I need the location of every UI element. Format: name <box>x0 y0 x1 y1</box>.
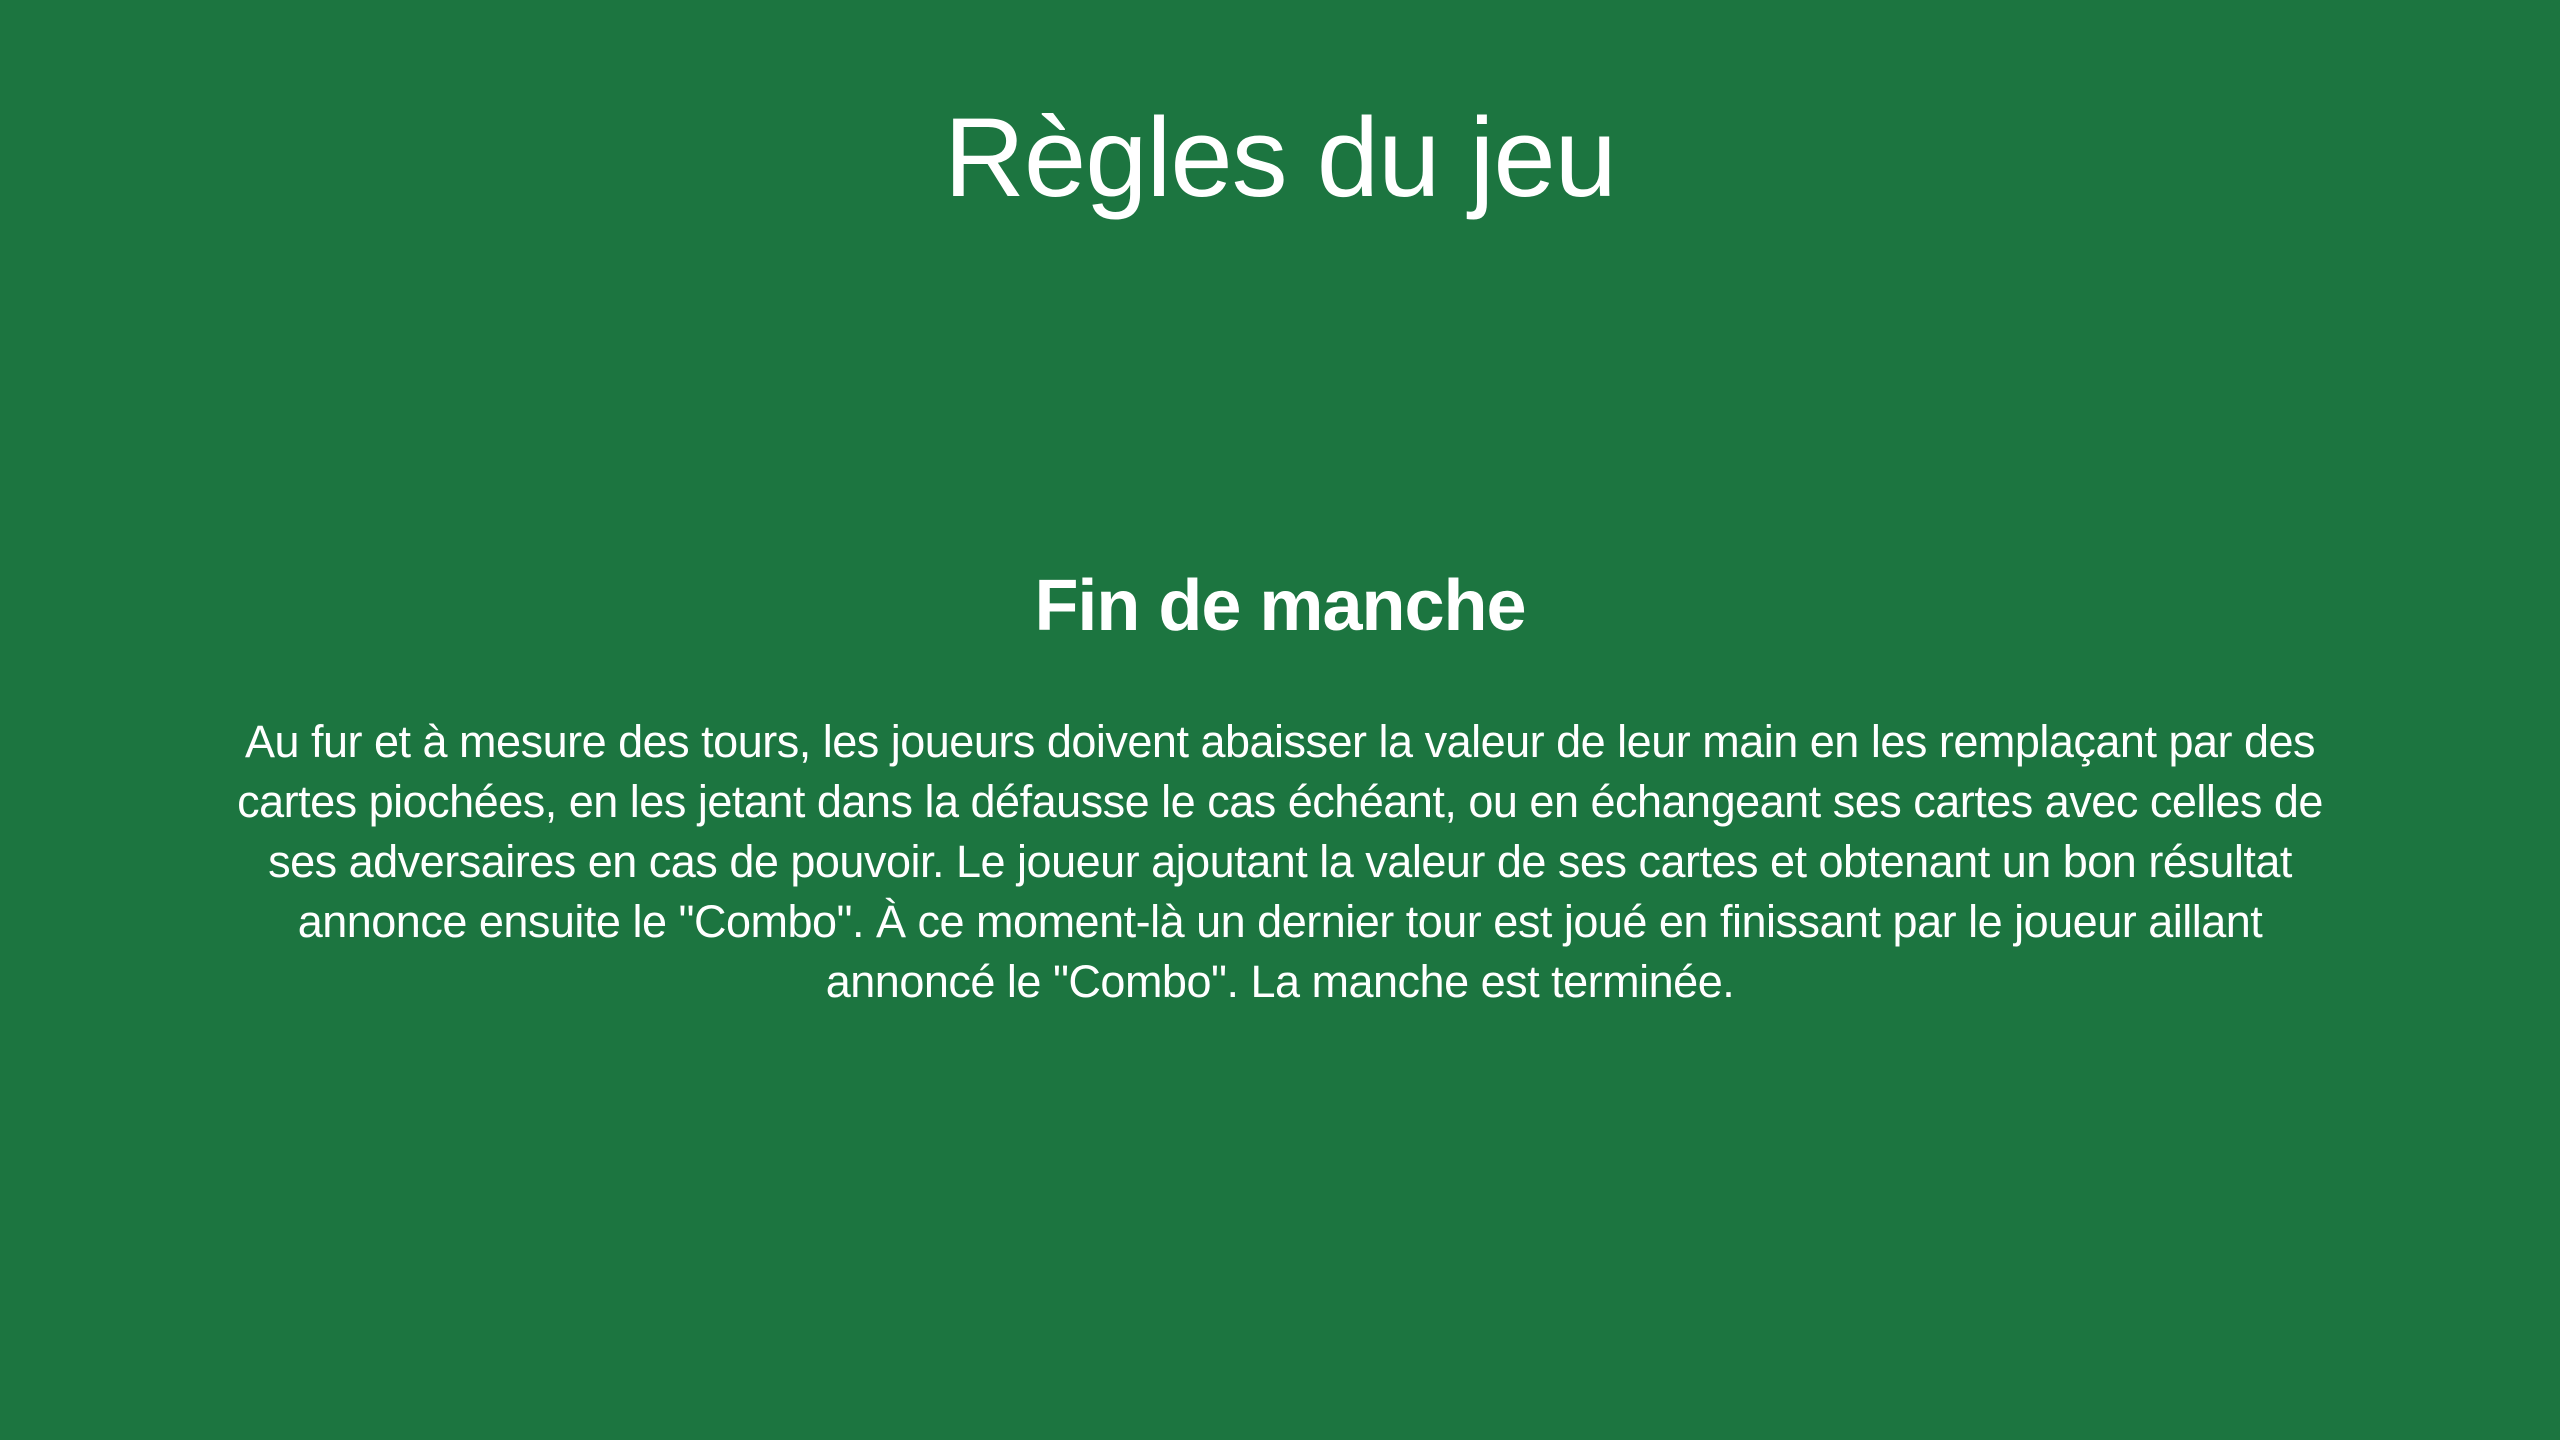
rules-screen: Règles du jeu Fin de manche Au fur et à … <box>0 0 2560 1440</box>
section-heading: Fin de manche <box>1034 566 1526 646</box>
page-title: Règles du jeu <box>944 95 1617 220</box>
rules-paragraph: Au fur et à mesure des tours, les joueur… <box>237 716 2323 1007</box>
